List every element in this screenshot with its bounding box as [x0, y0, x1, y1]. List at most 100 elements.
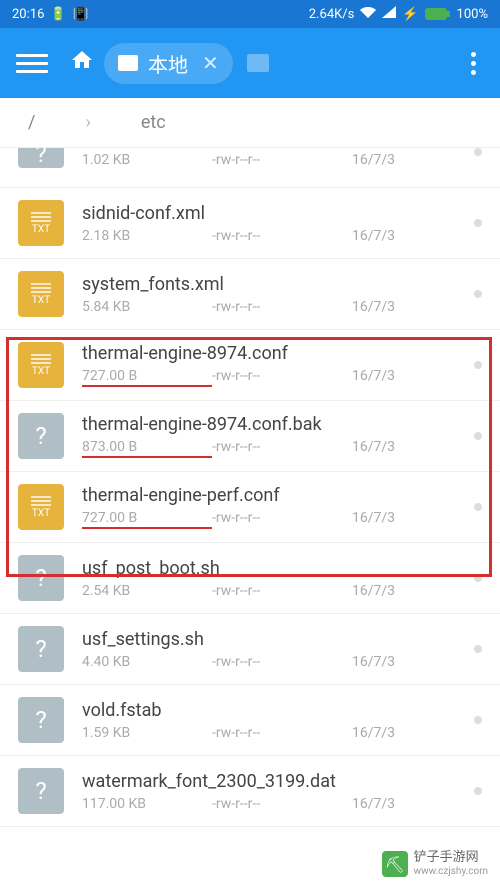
unknown-file-icon: ?: [18, 768, 64, 814]
status-time: 20:16: [12, 7, 44, 22]
file-info: usf_post_boot.sh 2.54 KB-rw-r--r--16/7/3: [82, 558, 464, 599]
file-name: watermark_font_2300_3199.dat: [82, 771, 464, 792]
battery-icon: [425, 7, 451, 21]
file-row[interactable]: TXT thermal-engine-8974.conf727.00 B-rw-r…: [0, 330, 500, 401]
file-info: system_fonts.xml 5.84 KB-rw-r--r--16/7/3: [82, 274, 464, 315]
row-selector-icon[interactable]: [474, 503, 482, 511]
file-meta: 2.54 KB-rw-r--r--16/7/3: [82, 583, 464, 599]
battery-saver-icon: 🔋: [50, 7, 66, 22]
new-tab-button[interactable]: [247, 54, 269, 72]
file-meta: 873.00 B-rw-r--r--16/7/3: [82, 439, 464, 458]
file-row[interactable]: ? 1.02 KB-rw-r--r--16/7/3: [0, 148, 500, 188]
net-speed: 2.64K/s: [309, 7, 355, 22]
unknown-file-icon: ?: [18, 626, 64, 672]
close-tab-icon[interactable]: ✕: [202, 51, 219, 75]
battery-pct: 100%: [457, 7, 488, 22]
location-label: 本地: [148, 49, 188, 78]
breadcrumb[interactable]: / › etc: [0, 98, 500, 148]
file-row[interactable]: ?usf_post_boot.sh2.54 KB-rw-r--r--16/7/3: [0, 543, 500, 614]
file-date: 16/7/3: [352, 654, 395, 670]
file-date: 16/7/3: [352, 725, 395, 741]
file-name: vold.fstab: [82, 700, 464, 721]
file-date: 16/7/3: [352, 796, 395, 812]
file-row[interactable]: ? thermal-engine-8974.conf.bak 873.00 B-rw…: [0, 401, 500, 472]
file-row[interactable]: ?usf_settings.sh4.40 KB-rw-r--r--16/7/3: [0, 614, 500, 685]
row-selector-icon[interactable]: [474, 219, 482, 227]
row-selector-icon[interactable]: [474, 432, 482, 440]
file-permissions: -rw-r--r--: [212, 152, 352, 168]
file-date: 16/7/3: [352, 368, 395, 387]
file-date: 16/7/3: [352, 510, 395, 529]
file-date: 16/7/3: [352, 228, 395, 244]
file-name: system_fonts.xml: [82, 274, 464, 295]
file-row[interactable]: TXTsystem_fonts.xml5.84 KB-rw-r--r--16/7…: [0, 259, 500, 330]
file-size: 117.00 KB: [82, 796, 212, 812]
more-button[interactable]: [463, 44, 484, 83]
file-meta: 5.84 KB-rw-r--r--16/7/3: [82, 299, 464, 315]
unknown-file-icon: ?: [18, 697, 64, 743]
txt-file-icon: TXT: [18, 342, 64, 388]
row-selector-icon[interactable]: [474, 361, 482, 369]
txt-file-icon: TXT: [18, 484, 64, 530]
row-selector-icon[interactable]: [474, 574, 482, 582]
file-name: thermal-engine-perf.conf: [82, 485, 464, 506]
file-size: 5.84 KB: [82, 299, 212, 315]
file-permissions: -rw-r--r--: [212, 510, 352, 529]
file-size: 2.54 KB: [82, 583, 212, 599]
shovel-icon: ⛏: [382, 851, 408, 877]
file-row[interactable]: TXT sidnid-conf.xml 2.18 KB-rw-r--r--16/7/…: [0, 188, 500, 259]
file-row[interactable]: ? watermark_font_2300_3199.dat 117.00 KB-r…: [0, 756, 500, 827]
file-name: sidnid-conf.xml: [82, 203, 464, 224]
menu-button[interactable]: [16, 47, 48, 79]
file-date: 16/7/3: [352, 583, 395, 599]
file-info: thermal-engine-8974.conf727.00 B-rw-r--r…: [82, 343, 464, 387]
vibrate-icon: 📳: [73, 7, 89, 22]
file-name: usf_post_boot.sh: [82, 558, 464, 579]
unknown-file-icon: ?: [18, 413, 64, 459]
wifi-icon: [360, 6, 376, 22]
file-info: 1.02 KB-rw-r--r--16/7/3: [82, 148, 464, 168]
row-selector-icon[interactable]: [474, 787, 482, 795]
file-permissions: -rw-r--r--: [212, 368, 352, 387]
txt-file-icon: TXT: [18, 200, 64, 246]
file-meta: 727.00 B-rw-r--r--16/7/3: [82, 510, 464, 529]
file-info: watermark_font_2300_3199.dat 117.00 KB-rw…: [82, 771, 464, 812]
row-selector-icon[interactable]: [474, 148, 482, 156]
row-selector-icon[interactable]: [474, 716, 482, 724]
file-row[interactable]: ? vold.fstab 1.59 KB-rw-r--r--16/7/3: [0, 685, 500, 756]
breadcrumb-current[interactable]: etc: [141, 112, 166, 133]
file-permissions: -rw-r--r--: [212, 299, 352, 315]
unknown-file-icon: ?: [18, 148, 64, 168]
file-size: 1.02 KB: [82, 152, 212, 168]
status-bar: 20:16 🔋 📳 2.64K/s ⚡ 100%: [0, 0, 500, 28]
watermark-url: www.czjshy.com: [414, 866, 488, 877]
file-date: 16/7/3: [352, 152, 395, 168]
storage-icon: [118, 55, 138, 71]
file-list[interactable]: ?1.02 KB-rw-r--r--16/7/3TXTsidnid-conf.x…: [0, 148, 500, 889]
file-size: 727.00 B: [82, 510, 212, 529]
row-selector-icon[interactable]: [474, 645, 482, 653]
file-name: thermal-engine-8974.conf.bak: [82, 414, 464, 435]
file-permissions: -rw-r--r--: [212, 583, 352, 599]
file-permissions: -rw-r--r--: [212, 228, 352, 244]
file-meta: 4.40 KB-rw-r--r--16/7/3: [82, 654, 464, 670]
home-button[interactable]: [70, 48, 94, 78]
breadcrumb-root[interactable]: /: [28, 112, 35, 133]
file-size: 2.18 KB: [82, 228, 212, 244]
file-date: 16/7/3: [352, 439, 395, 458]
charging-icon: ⚡: [402, 7, 418, 22]
location-chip[interactable]: 本地 ✕: [104, 43, 233, 84]
file-info: vold.fstab 1.59 KB-rw-r--r--16/7/3: [82, 700, 464, 741]
file-row[interactable]: TXT thermal-engine-perf.conf 727.00 B-rw-r…: [0, 472, 500, 543]
watermark: ⛏ 铲子手游网 www.czjshy.com: [382, 851, 488, 877]
file-meta: 2.18 KB-rw-r--r--16/7/3: [82, 228, 464, 244]
signal-icon: [382, 6, 396, 22]
file-meta: 727.00 B-rw-r--r--16/7/3: [82, 368, 464, 387]
file-date: 16/7/3: [352, 299, 395, 315]
file-meta: 1.59 KB-rw-r--r--16/7/3: [82, 725, 464, 741]
file-size: 873.00 B: [82, 439, 212, 458]
chevron-right-icon: ›: [85, 112, 90, 133]
file-permissions: -rw-r--r--: [212, 796, 352, 812]
file-size: 4.40 KB: [82, 654, 212, 670]
row-selector-icon[interactable]: [474, 290, 482, 298]
